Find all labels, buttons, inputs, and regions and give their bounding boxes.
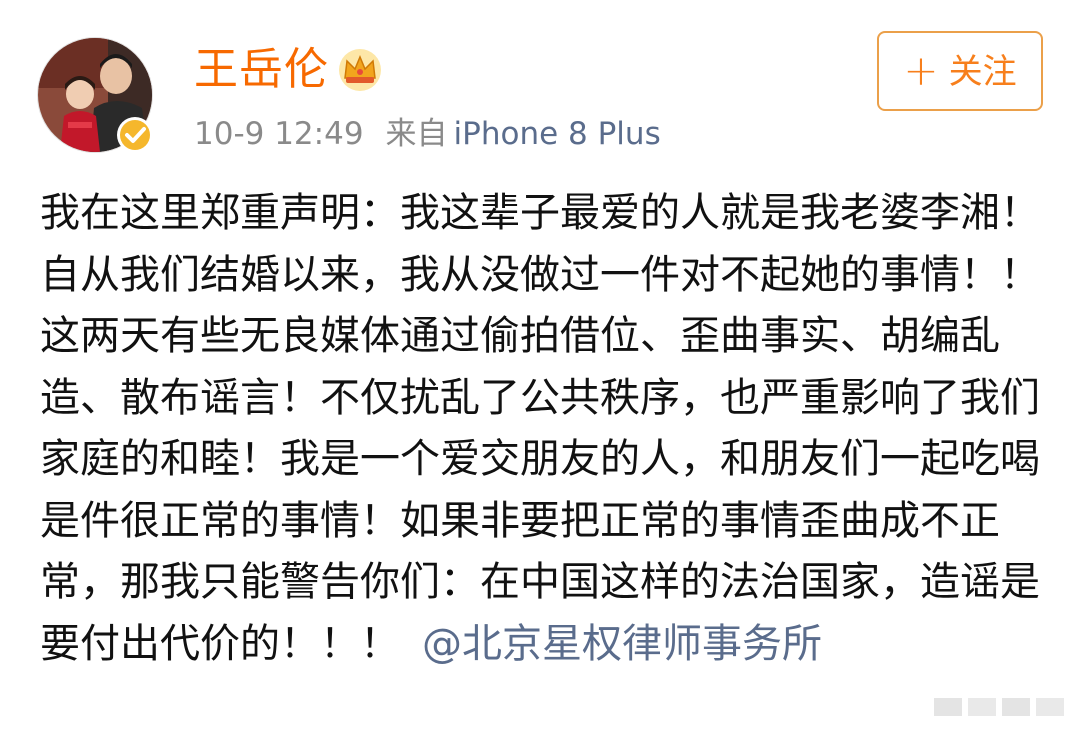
verified-badge-icon xyxy=(116,116,154,154)
crown-icon[interactable] xyxy=(336,46,384,92)
post-text-container: 我在这里郑重声明：我这辈子最爱的人就是我老婆李湘！自从我们结婚以来，我从没做过一… xyxy=(40,183,1050,675)
avatar-container[interactable] xyxy=(38,38,154,154)
post-header: 王岳伦 10-9 12:49 来自 iPhone 8 Plus + 关注 xyxy=(0,0,1080,170)
post-time[interactable]: 10-9 12:49 xyxy=(194,116,364,152)
post-source-device[interactable]: iPhone 8 Plus xyxy=(454,116,661,152)
follow-button-label: 关注 xyxy=(948,52,1017,92)
post-text: 我在这里郑重声明：我这辈子最爱的人就是我老婆李湘！自从我们结婚以来，我从没做过一… xyxy=(40,190,1040,667)
mention-link[interactable]: @北京星权律师事务所 xyxy=(422,621,822,667)
user-name[interactable]: 王岳伦 xyxy=(194,44,329,96)
follow-button[interactable]: + 关注 xyxy=(877,31,1043,111)
post-body: 我在这里郑重声明：我这辈子最爱的人就是我老婆李湘！自从我们结婚以来，我从没做过一… xyxy=(40,183,1050,675)
post-meta: 10-9 12:49 来自 iPhone 8 Plus xyxy=(194,114,661,154)
source-prefix: 来自 xyxy=(385,116,448,152)
plus-icon: + xyxy=(903,46,939,95)
watermark-icon xyxy=(930,690,1070,724)
